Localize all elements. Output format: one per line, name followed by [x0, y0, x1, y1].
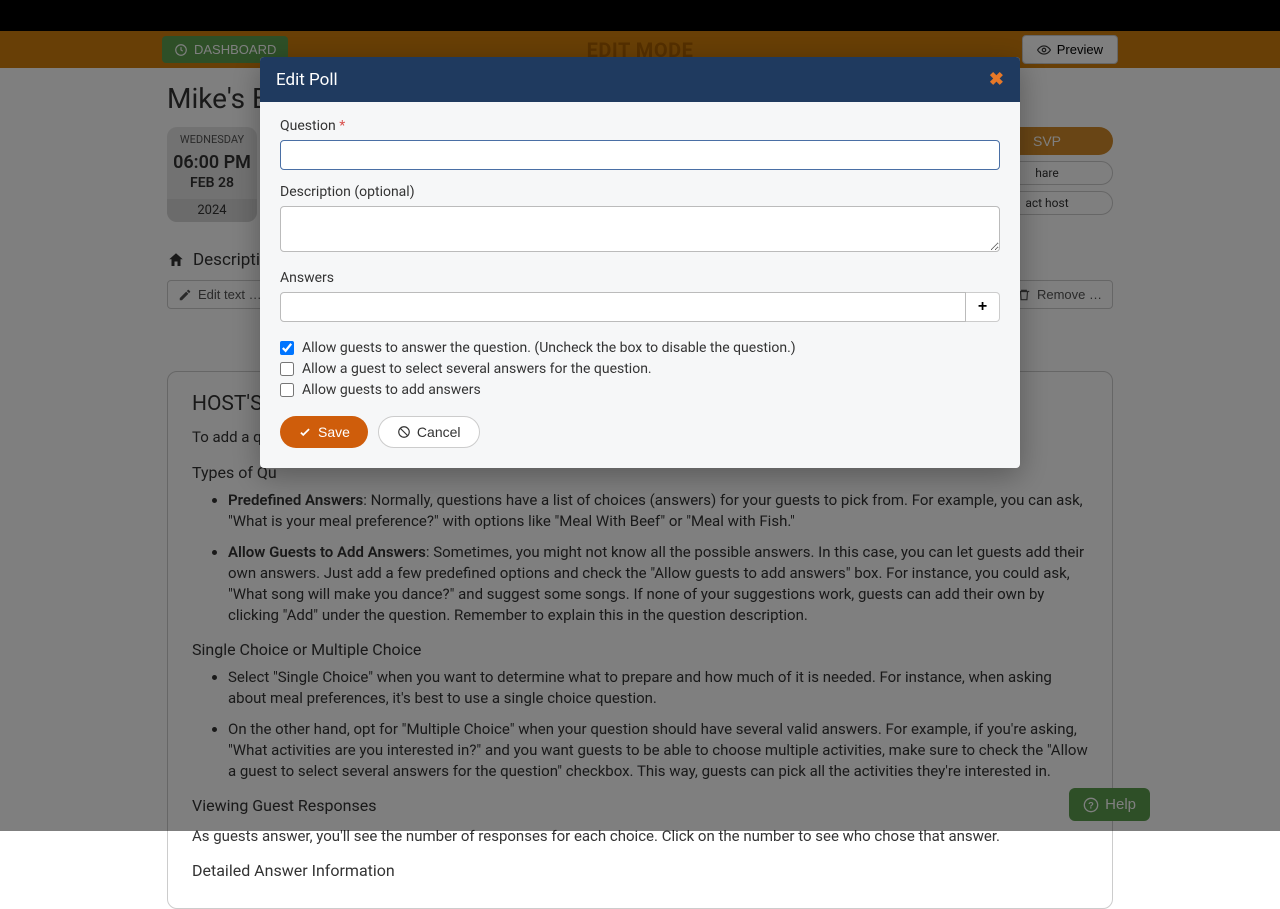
description-textarea[interactable]: [280, 206, 1000, 252]
allow-multi-checkbox-row[interactable]: Allow a guest to select several answers …: [280, 361, 1000, 377]
modal-body: Question * Description (optional) Answer…: [260, 102, 1020, 468]
edit-poll-modal: Edit Poll ✖ Question * Description (opti…: [260, 57, 1020, 468]
check-icon: [298, 425, 312, 439]
allow-answer-label: Allow guests to answer the question. (Un…: [302, 340, 796, 356]
add-answer-button[interactable]: +: [966, 292, 1000, 322]
modal-overlay[interactable]: Edit Poll ✖ Question * Description (opti…: [0, 0, 1280, 831]
modal-header: Edit Poll ✖: [260, 57, 1020, 102]
allow-add-checkbox[interactable]: [280, 383, 294, 397]
modal-title: Edit Poll: [276, 70, 338, 90]
save-label: Save: [318, 424, 350, 440]
allow-answer-checkbox[interactable]: [280, 341, 294, 355]
allow-multi-checkbox[interactable]: [280, 362, 294, 376]
cancel-icon: [397, 425, 411, 439]
detailed-heading: Detailed Answer Information: [192, 861, 1088, 880]
answers-label: Answers: [280, 270, 1000, 286]
question-input[interactable]: [280, 140, 1000, 170]
allow-multi-label: Allow a guest to select several answers …: [302, 361, 652, 377]
cancel-button[interactable]: Cancel: [378, 416, 480, 448]
close-icon[interactable]: ✖: [989, 69, 1004, 90]
cancel-label: Cancel: [417, 424, 461, 440]
answer-input[interactable]: [280, 292, 966, 322]
save-button[interactable]: Save: [280, 416, 368, 448]
description-label: Description (optional): [280, 184, 1000, 200]
allow-add-checkbox-row[interactable]: Allow guests to add answers: [280, 382, 1000, 398]
allow-add-label: Allow guests to add answers: [302, 382, 481, 398]
question-label: Question *: [280, 118, 1000, 134]
allow-answer-checkbox-row[interactable]: Allow guests to answer the question. (Un…: [280, 340, 1000, 356]
